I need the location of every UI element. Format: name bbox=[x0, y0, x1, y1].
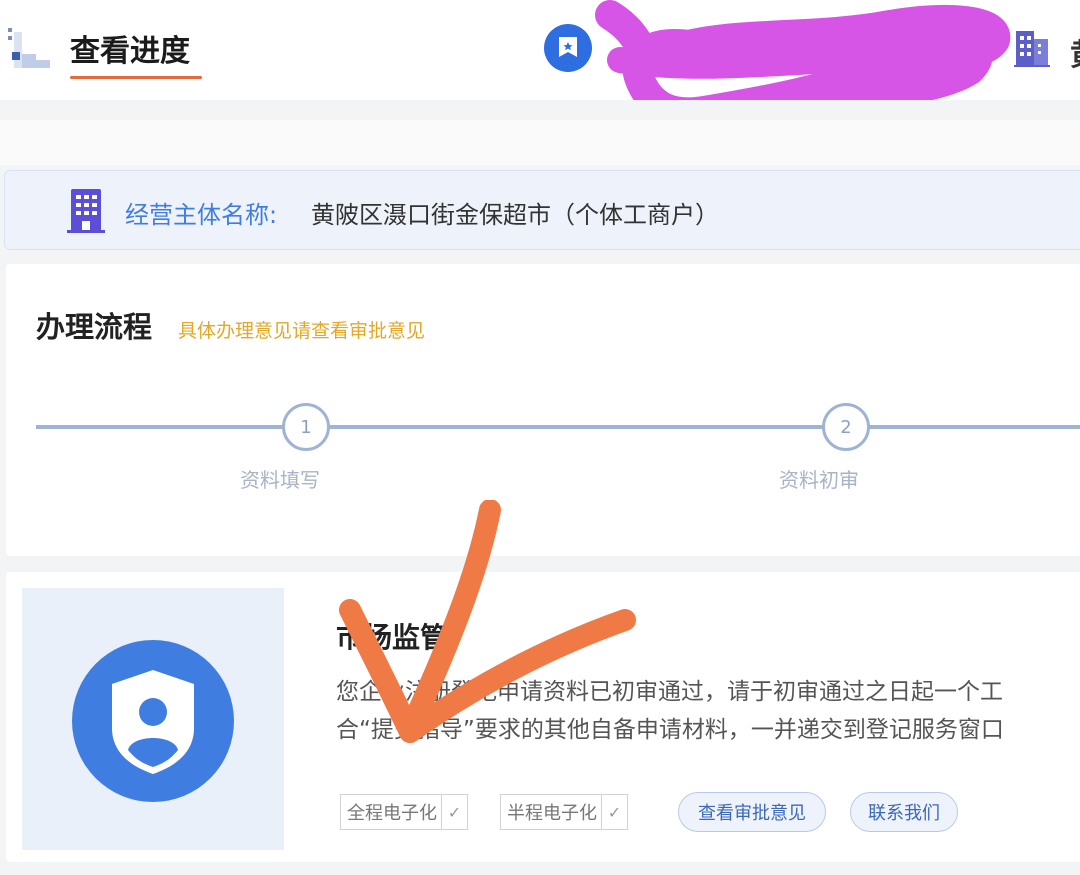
step-2-label: 资料初审 bbox=[779, 468, 859, 492]
check-icon: ✓ bbox=[601, 795, 627, 829]
shield-user-icon bbox=[72, 640, 234, 802]
entity-name-card: 经营主体名称: 黄陂区滠口街金保超市（个体工商户） bbox=[4, 170, 1080, 250]
spacer-band bbox=[0, 120, 1080, 165]
step-1-circle: 1 bbox=[282, 403, 330, 451]
contact-us-button[interactable]: 联系我们 bbox=[850, 792, 958, 832]
building-blocks-icon bbox=[8, 28, 50, 68]
notice-illustration bbox=[22, 588, 284, 850]
building-icon bbox=[67, 189, 105, 233]
tag-full-electronic: 全程电子化 ✓ bbox=[340, 794, 468, 830]
view-approval-opinion-button[interactable]: 查看审批意见 bbox=[678, 792, 826, 832]
process-subtitle: 具体办理意见请查看审批意见 bbox=[178, 320, 426, 342]
progress-line bbox=[36, 425, 1080, 429]
entity-name-value: 黄陂区滠口街金保超市（个体工商户） bbox=[311, 201, 719, 229]
certificate-icon[interactable] bbox=[544, 24, 592, 72]
header-divider bbox=[0, 100, 1080, 120]
tag-label: 全程电子化 bbox=[347, 803, 437, 824]
arrow-annotation bbox=[339, 500, 636, 743]
process-title: 办理流程 bbox=[36, 310, 153, 344]
check-icon: ✓ bbox=[441, 795, 467, 829]
step-1-label: 资料填写 bbox=[240, 468, 320, 492]
clipped-header-text: 黄 bbox=[1070, 30, 1080, 74]
entity-name-label: 经营主体名称: bbox=[125, 201, 278, 229]
page-title[interactable]: 查看进度 bbox=[70, 26, 190, 70]
step-2-circle: 2 bbox=[822, 403, 870, 451]
tag-label: 半程电子化 bbox=[507, 803, 597, 824]
active-tab-underline bbox=[70, 76, 202, 79]
tag-half-electronic: 半程电子化 ✓ bbox=[500, 794, 628, 830]
top-header: 查看进度 黄 bbox=[0, 0, 1080, 155]
